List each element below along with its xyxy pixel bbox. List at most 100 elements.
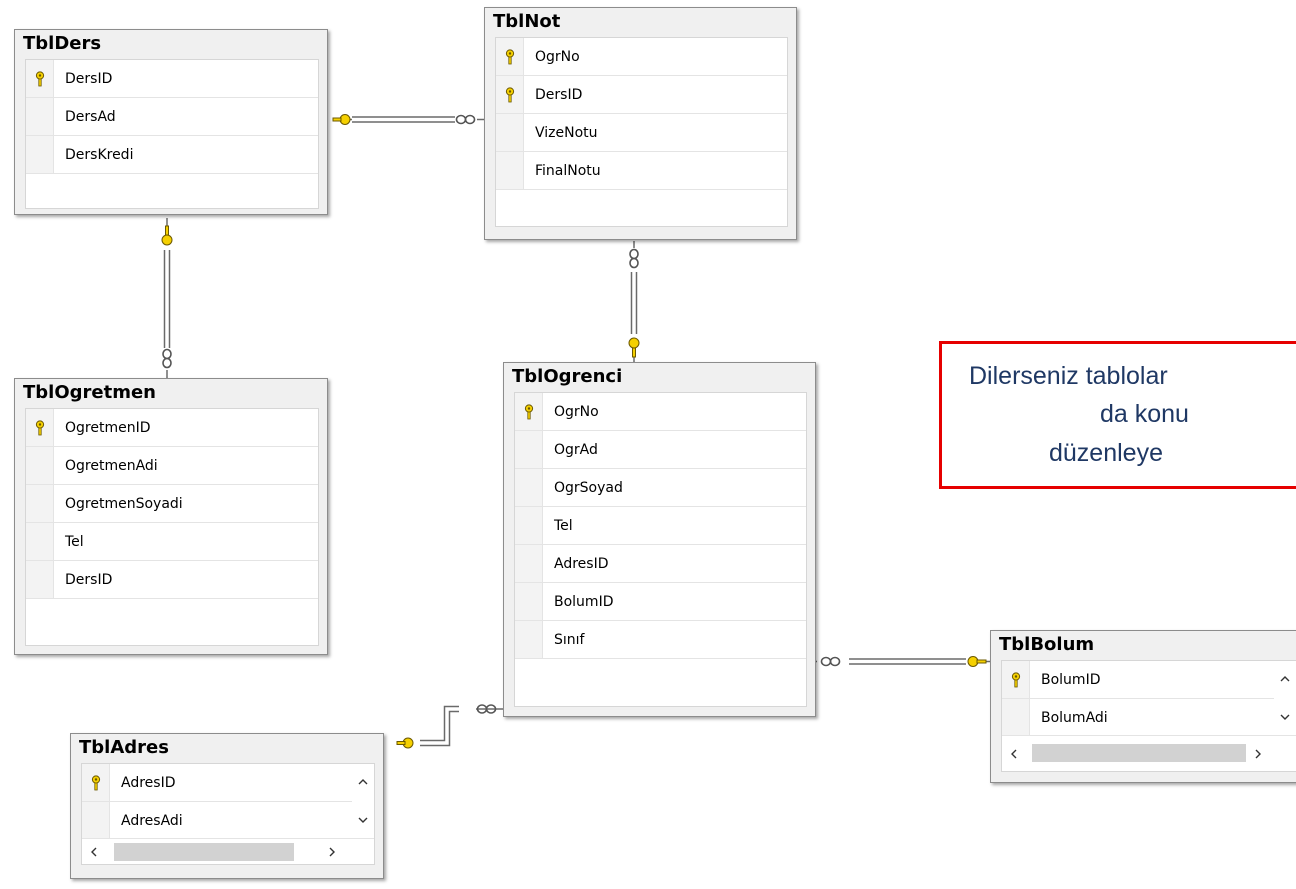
- key-icon: [505, 49, 515, 65]
- row-selector[interactable]: [26, 60, 54, 97]
- column-name: BolumAdi: [1041, 710, 1108, 726]
- table-tbladres[interactable]: TblAdres AdresID AdresAdi: [70, 733, 384, 879]
- column-name: Sınıf: [554, 632, 585, 648]
- column-grid: DersID DersAd DersKredi: [25, 59, 319, 209]
- row-selector[interactable]: [26, 485, 54, 522]
- column-name: VizeNotu: [535, 125, 598, 141]
- column-name: AdresID: [554, 556, 609, 572]
- key-icon: [524, 404, 534, 420]
- infinity-icon: [455, 114, 476, 125]
- table-tblnot[interactable]: TblNot OgrNo DersID VizeNotu FinalNotu: [484, 7, 797, 240]
- column-name: OgretmenAdi: [65, 458, 158, 474]
- row-selector[interactable]: [496, 114, 524, 151]
- table-tblders[interactable]: TblDers DersID DersAd DersKredi: [14, 29, 328, 215]
- column-grid: AdresID AdresAdi: [81, 763, 375, 865]
- row-selector[interactable]: [82, 802, 110, 839]
- table-title[interactable]: TblAdres: [71, 734, 383, 760]
- horizontal-scrollbar[interactable]: [82, 838, 374, 864]
- column-row[interactable]: VizeNotu: [496, 114, 787, 152]
- scrollbar-thumb[interactable]: [1032, 744, 1246, 762]
- chevron-left-icon[interactable]: [1008, 748, 1020, 760]
- column-name: OgretmenSoyadi: [65, 496, 183, 512]
- table-title[interactable]: TblDers: [15, 30, 327, 56]
- table-title[interactable]: TblOgretmen: [15, 379, 327, 405]
- column-name: OgrAd: [554, 442, 598, 458]
- column-row[interactable]: DersAd: [26, 98, 318, 136]
- column-row[interactable]: AdresID: [515, 545, 806, 583]
- column-row[interactable]: OgrSoyad: [515, 469, 806, 507]
- chevron-up-icon[interactable]: [1279, 673, 1291, 685]
- row-selector[interactable]: [515, 545, 543, 582]
- table-title[interactable]: TblNot: [485, 8, 796, 34]
- row-selector[interactable]: [26, 523, 54, 560]
- row-selector[interactable]: [515, 469, 543, 506]
- column-row[interactable]: Sınıf: [515, 621, 806, 659]
- row-selector[interactable]: [1002, 699, 1030, 736]
- chevron-down-icon[interactable]: [357, 814, 369, 826]
- column-name: OgrNo: [535, 49, 580, 65]
- column-name: OgrSoyad: [554, 480, 623, 496]
- column-grid: OgretmenID OgretmenAdi OgretmenSoyadi Te…: [25, 408, 319, 646]
- column-row[interactable]: DersID: [496, 76, 787, 114]
- column-row[interactable]: OgretmenAdi: [26, 447, 318, 485]
- table-title[interactable]: TblBolum: [991, 631, 1296, 657]
- row-selector[interactable]: [515, 583, 543, 620]
- column-row[interactable]: OgretmenID: [26, 409, 318, 447]
- column-row[interactable]: Tel: [515, 507, 806, 545]
- table-tblogrenci[interactable]: TblOgrenci OgrNo OgrAd OgrSoyad Tel Adre…: [503, 362, 816, 717]
- vertical-scrollbar[interactable]: [1274, 661, 1296, 737]
- column-name: AdresID: [121, 775, 176, 791]
- column-row[interactable]: Tel: [26, 523, 318, 561]
- column-row[interactable]: OgrNo: [496, 38, 787, 76]
- table-tblbolum[interactable]: TblBolum BolumID BolumAdi: [990, 630, 1296, 783]
- row-selector[interactable]: [1002, 661, 1030, 698]
- row-selector[interactable]: [496, 76, 524, 113]
- column-row[interactable]: OgrNo: [515, 393, 806, 431]
- table-tblogretmen[interactable]: TblOgretmen OgretmenID OgretmenAdi Ogret…: [14, 378, 328, 655]
- row-selector[interactable]: [26, 98, 54, 135]
- column-row[interactable]: DersKredi: [26, 136, 318, 174]
- column-grid: BolumID BolumAdi: [1001, 660, 1296, 772]
- row-selector[interactable]: [515, 393, 543, 430]
- column-row[interactable]: DersID: [26, 561, 318, 599]
- row-selector[interactable]: [26, 447, 54, 484]
- key-icon: [35, 420, 45, 436]
- row-selector[interactable]: [496, 152, 524, 189]
- row-selector[interactable]: [515, 431, 543, 468]
- chevron-down-icon[interactable]: [1279, 711, 1291, 723]
- column-row[interactable]: BolumAdi: [1002, 699, 1278, 737]
- chevron-right-icon[interactable]: [1252, 748, 1264, 760]
- relationship-ogrenci-bolum[interactable]: [808, 658, 990, 665]
- column-row[interactable]: OgretmenSoyadi: [26, 485, 318, 523]
- key-endpoint-icon: [332, 114, 351, 125]
- vertical-scrollbar[interactable]: [352, 764, 374, 840]
- column-name: BolumID: [1041, 672, 1101, 688]
- table-title[interactable]: TblOgrenci: [504, 363, 815, 389]
- column-row[interactable]: AdresID: [82, 764, 352, 802]
- row-selector[interactable]: [26, 136, 54, 173]
- column-row[interactable]: AdresAdi: [82, 802, 352, 840]
- infinity-icon: [629, 248, 639, 269]
- column-name: DersID: [535, 87, 583, 103]
- row-selector[interactable]: [26, 561, 54, 598]
- key-endpoint-icon: [628, 337, 640, 358]
- chevron-left-icon[interactable]: [88, 846, 100, 858]
- column-row[interactable]: FinalNotu: [496, 152, 787, 190]
- scrollbar-thumb[interactable]: [114, 843, 294, 861]
- column-row[interactable]: DersID: [26, 60, 318, 98]
- column-name: Tel: [65, 534, 84, 550]
- column-row[interactable]: BolumID: [1002, 661, 1278, 699]
- row-selector[interactable]: [496, 38, 524, 75]
- column-row[interactable]: BolumID: [515, 583, 806, 621]
- row-selector[interactable]: [82, 764, 110, 801]
- row-selector[interactable]: [515, 507, 543, 544]
- row-selector[interactable]: [515, 621, 543, 658]
- column-row[interactable]: OgrAd: [515, 431, 806, 469]
- chevron-right-icon[interactable]: [326, 846, 338, 858]
- horizontal-scrollbar[interactable]: [1002, 735, 1296, 771]
- relationship-ders-not[interactable]: [335, 116, 484, 123]
- column-name: AdresAdi: [121, 813, 183, 829]
- key-icon: [505, 87, 515, 103]
- row-selector[interactable]: [26, 409, 54, 446]
- chevron-up-icon[interactable]: [357, 776, 369, 788]
